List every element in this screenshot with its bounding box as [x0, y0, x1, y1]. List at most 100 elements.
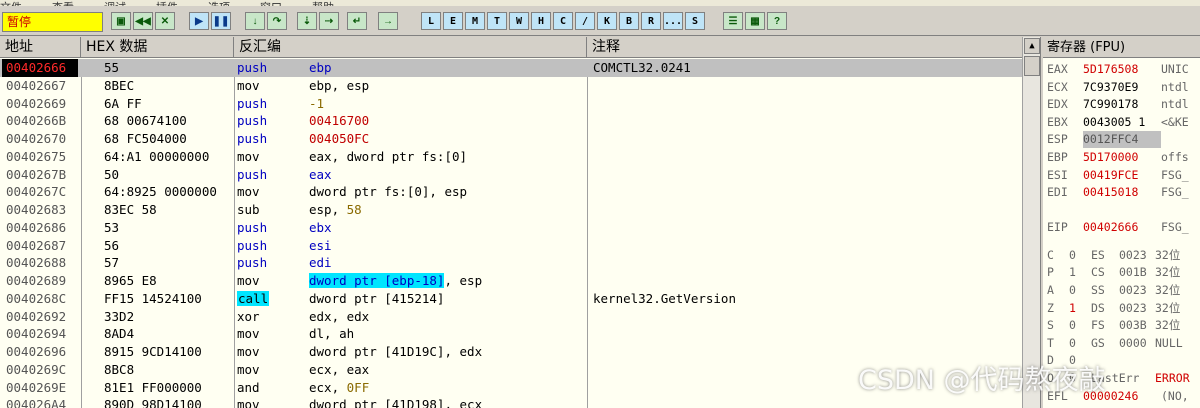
- mnemonic-text: mov: [237, 326, 260, 342]
- registers-pane[interactable]: 寄存器 (FPU) EAX 5D176508 UNIC ECX 7C9370E9 ntdl…: [1043, 37, 1200, 408]
- window-button-4[interactable]: W: [509, 12, 529, 30]
- column-header-disasm[interactable]: 反汇编: [234, 37, 587, 58]
- window-button-7[interactable]: /: [575, 12, 595, 30]
- column-header-comment[interactable]: 注释: [587, 37, 1022, 58]
- row-hex: 8AD4: [104, 326, 135, 342]
- disasm-row[interactable]: 0040266B 68 00674100 push 00416700: [0, 112, 1022, 130]
- disasm-row[interactable]: 00402686 53 push ebx: [0, 219, 1022, 237]
- window-button-3[interactable]: T: [487, 12, 507, 30]
- window-button-8[interactable]: K: [597, 12, 617, 30]
- window-button-1[interactable]: E: [443, 12, 463, 30]
- window-button-0[interactable]: L: [421, 12, 441, 30]
- options-icon[interactable]: ☰: [723, 12, 743, 30]
- operand-text: edi: [309, 255, 332, 271]
- row-mnemonic: mov: [237, 343, 307, 361]
- flag-row[interactable]: A 0 SS 0023 32位: [1047, 282, 1180, 298]
- scroll-thumb[interactable]: [1024, 56, 1040, 76]
- disasm-row[interactable]: 0040267B 50 push eax: [0, 166, 1022, 184]
- rewind-icon[interactable]: ◀◀: [133, 12, 153, 30]
- row-operands: dword ptr [ebp-18], esp: [309, 272, 589, 290]
- row-mnemonic: push: [237, 219, 307, 237]
- row-hex: 55: [104, 60, 120, 75]
- disasm-row[interactable]: 00402666 55 push ebp COMCTL32.0241: [0, 59, 1022, 77]
- go-to-icon[interactable]: →: [378, 12, 398, 30]
- row-operands: eax: [309, 166, 589, 184]
- step-into-icon[interactable]: ↓: [245, 12, 265, 30]
- register-value: 5D170000: [1083, 150, 1139, 164]
- register-value: 5D176508: [1083, 62, 1139, 76]
- window-button-9[interactable]: B: [619, 12, 639, 30]
- disassembly-scrollbar[interactable]: ▲: [1022, 37, 1040, 408]
- register-esi[interactable]: ESI 00419FCE FSG_: [1047, 167, 1189, 184]
- disasm-row[interactable]: 00402683 83EC 58 sub esp, 58: [0, 201, 1022, 219]
- disasm-row[interactable]: 00402689 8965 E8 mov dword ptr [ebp-18], es…: [0, 272, 1022, 290]
- row-address: 0040267B: [6, 166, 67, 182]
- registers-header: 寄存器 (FPU): [1043, 37, 1200, 58]
- trace-over-icon[interactable]: ⇢: [319, 12, 339, 30]
- disasm-row[interactable]: 00402669 6A FF push -1: [0, 95, 1022, 113]
- disasm-row[interactable]: 00402667 8BEC mov ebp, esp: [0, 77, 1022, 95]
- window-button-12[interactable]: S: [685, 12, 705, 30]
- execute-till-return-icon[interactable]: ↵: [347, 12, 367, 30]
- register-ebx[interactable]: EBX 0043005 1 <&KE: [1047, 114, 1189, 131]
- disasm-row[interactable]: 00402688 57 push edi: [0, 254, 1022, 272]
- disasm-row[interactable]: 0040267C 64:8925 0000000 mov dword ptr fs:[…: [0, 183, 1022, 201]
- flag-row[interactable]: S 0 FS 003B 32位: [1047, 317, 1180, 333]
- row-mnemonic: mov: [237, 272, 307, 290]
- segment-bits: 32位: [1155, 283, 1181, 297]
- run-icon[interactable]: ▶: [189, 12, 209, 30]
- row-operands: edx, edx: [309, 308, 589, 326]
- operand-text: eax, dword ptr fs:[0]: [309, 148, 468, 164]
- column-header-hex[interactable]: HEX 数据: [81, 37, 234, 58]
- register-esp[interactable]: ESP 0012FFC4: [1047, 131, 1161, 149]
- row-mnemonic: call: [237, 290, 307, 308]
- disasm-row[interactable]: 00402692 33D2 xor edx, edx: [0, 308, 1022, 326]
- disasm-row[interactable]: 0040268C FF15 14524100 call dword ptr [4152…: [0, 290, 1022, 308]
- close-icon[interactable]: ✕: [155, 12, 175, 30]
- disasm-row[interactable]: 00402670 68 FC504000 push 004050FC: [0, 130, 1022, 148]
- window-button-11[interactable]: ...: [663, 12, 683, 30]
- window-button-10[interactable]: R: [641, 12, 661, 30]
- row-address: 00402666: [2, 59, 78, 77]
- register-edx[interactable]: EDX 7C990178 ntdl: [1047, 96, 1189, 113]
- mnemonic-text: xor: [237, 308, 260, 324]
- disasm-row[interactable]: 004026A4 890D 98D14100 mov dword ptr [41D19…: [0, 396, 1022, 408]
- flag-row[interactable]: T 0 GS 0000 NULL: [1047, 335, 1183, 351]
- register-edi[interactable]: EDI 00415018 FSG_: [1047, 184, 1189, 201]
- disasm-row[interactable]: 00402675 64:A1 00000000 mov eax, dword ptr …: [0, 148, 1022, 166]
- row-operands: 00416700: [309, 112, 589, 130]
- register-eip[interactable]: EIP 00402666 FSG_: [1047, 219, 1189, 236]
- register-comment: offs: [1161, 150, 1189, 164]
- disassembly-pane[interactable]: 地址 HEX 数据 反汇编 注释 00402666 55 push ebp COMCTL…: [0, 37, 1041, 408]
- flag-name: S: [1047, 318, 1054, 333]
- pause-icon[interactable]: ❚❚: [211, 12, 231, 30]
- scroll-up-icon[interactable]: ▲: [1024, 38, 1040, 54]
- flag-row[interactable]: P 1 CS 001B 32位: [1047, 264, 1180, 280]
- appearance-icon[interactable]: ▦: [745, 12, 765, 30]
- window-button-2[interactable]: M: [465, 12, 485, 30]
- row-operands: dword ptr [41D19C], edx: [309, 343, 589, 361]
- window-button-6[interactable]: C: [553, 12, 573, 30]
- help-icon[interactable]: ?: [767, 12, 787, 30]
- flag-name: P: [1047, 265, 1054, 280]
- disasm-row[interactable]: 00402694 8AD4 mov dl, ah: [0, 325, 1022, 343]
- flag-row[interactable]: Z 1 DS 0023 32位: [1047, 300, 1180, 316]
- row-address: 0040267C: [6, 184, 67, 200]
- flag-row[interactable]: C 0 ES 0023 32位: [1047, 247, 1180, 263]
- flag-value: 0: [1069, 247, 1076, 262]
- register-eax[interactable]: EAX 5D176508 UNIC: [1047, 61, 1189, 78]
- register-ebp[interactable]: EBP 5D170000 offs: [1047, 149, 1189, 166]
- column-header-address[interactable]: 地址: [0, 37, 81, 58]
- row-address: 00402694: [6, 326, 67, 342]
- step-over-icon[interactable]: ↷: [267, 12, 287, 30]
- mnemonic-text: push: [237, 255, 268, 271]
- window-button-5[interactable]: H: [531, 12, 551, 30]
- trace-into-icon[interactable]: ⇣: [297, 12, 317, 30]
- register-comment: <&KE: [1161, 114, 1189, 129]
- register-ecx[interactable]: ECX 7C9370E9 ntdl: [1047, 79, 1189, 96]
- register-comment: ntdl: [1161, 79, 1189, 94]
- open-file-icon[interactable]: ▣: [111, 12, 131, 30]
- disasm-row[interactable]: 00402687 56 push esi: [0, 237, 1022, 255]
- row-hex: 8965 E8: [104, 273, 157, 288]
- row-operands: dword ptr [415214]: [309, 290, 589, 308]
